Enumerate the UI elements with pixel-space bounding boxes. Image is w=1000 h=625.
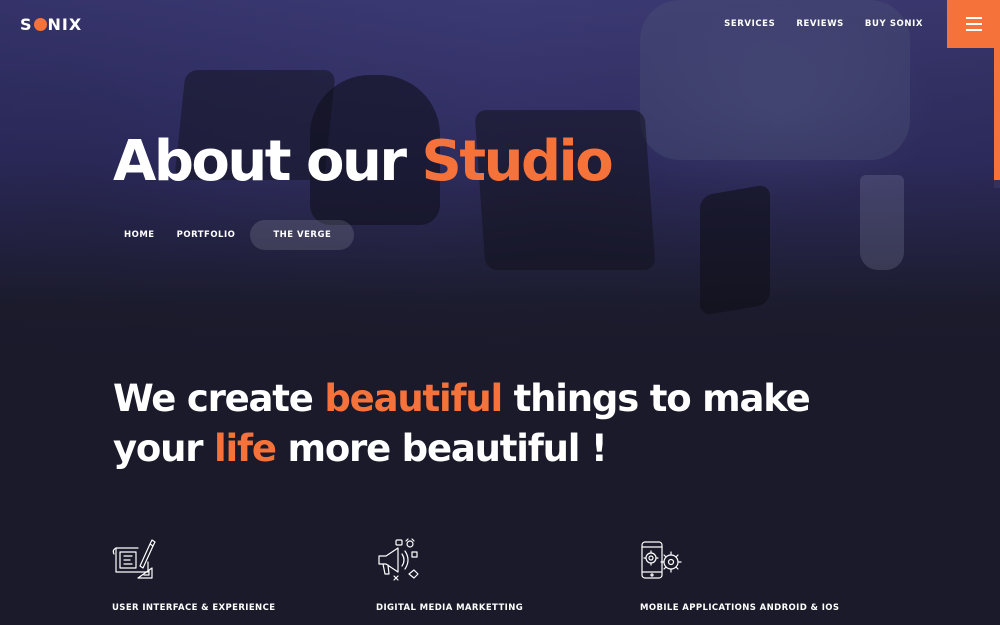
tagline-w1: We create xyxy=(113,377,314,420)
service-digital-media[interactable]: DIGITAL MEDIA MARKETTING xyxy=(376,538,616,613)
tagline-w6: more beautiful ! xyxy=(287,427,607,470)
main-nav: SERVICES REVIEWS BUY SONIX xyxy=(724,19,923,29)
service-ui-ux[interactable]: USER INTERFACE & EXPERIENCE xyxy=(112,538,352,613)
logo-dot-icon xyxy=(33,17,47,31)
tagline-w2: beautiful xyxy=(324,377,503,420)
tagline-w5: life xyxy=(214,427,277,470)
breadcrumb-current: THE VERGE xyxy=(250,220,355,250)
tagline-w3: things to make xyxy=(513,377,811,420)
mobile-gears-icon xyxy=(641,541,682,579)
breadcrumb-portfolio[interactable]: PORTFOLIO xyxy=(166,220,247,250)
title-part2: Studio xyxy=(421,129,614,194)
scrollbar-thumb[interactable] xyxy=(994,48,1000,180)
title-part1: About our xyxy=(113,129,407,194)
service-label: USER INTERFACE & EXPERIENCE xyxy=(112,603,276,613)
design-blueprint-icon xyxy=(112,539,156,579)
logo-prefix: S xyxy=(20,14,33,34)
hamburger-icon xyxy=(965,23,982,25)
page-title: About our Studio xyxy=(113,129,614,194)
hero-photo-laptop xyxy=(700,183,770,317)
service-mobile-apps[interactable]: MOBILE APPLICATIONS ANDROID & IOS xyxy=(640,538,880,613)
tagline-w4: your xyxy=(113,427,204,470)
service-label: MOBILE APPLICATIONS ANDROID & IOS xyxy=(640,603,840,613)
hero-photo-glass xyxy=(860,175,904,270)
nav-item-buy-sonix[interactable]: BUY SONIX xyxy=(865,19,923,29)
nav-item-reviews[interactable]: REVIEWS xyxy=(796,19,844,29)
breadcrumb-home[interactable]: HOME xyxy=(113,220,166,250)
sonix-logo[interactable]: S NIX xyxy=(20,12,82,36)
tagline: We create beautiful things to make your l… xyxy=(113,374,913,474)
nav-item-services[interactable]: SERVICES xyxy=(724,19,775,29)
services-row: USER INTERFACE & EXPERIENCE DIGITAL MEDI… xyxy=(0,538,1000,625)
hamburger-icon xyxy=(965,29,982,31)
top-navigation-bar: S NIX SERVICES REVIEWS BUY SONIX xyxy=(0,0,1000,48)
megaphone-marketing-icon xyxy=(378,538,419,581)
breadcrumb: HOME PORTFOLIO THE VERGE xyxy=(113,220,355,250)
hamburger-menu-button[interactable] xyxy=(947,0,1000,48)
service-label: DIGITAL MEDIA MARKETTING xyxy=(376,603,524,613)
logo-suffix: NIX xyxy=(47,14,83,34)
hamburger-icon xyxy=(965,17,982,19)
